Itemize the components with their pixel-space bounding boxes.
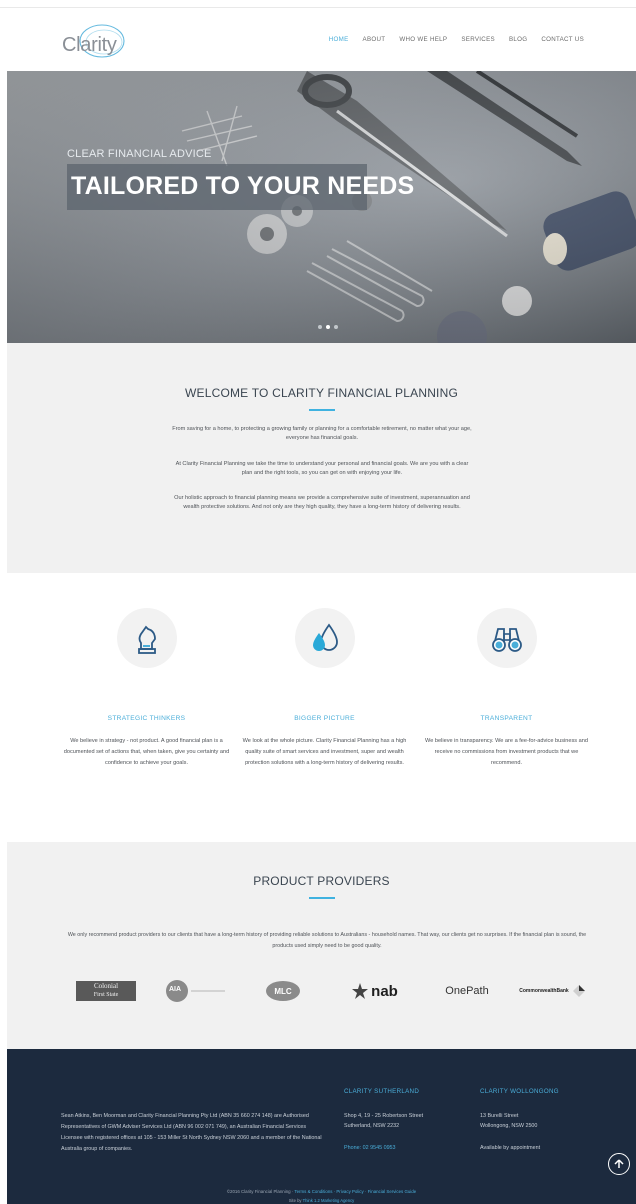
welcome-heading: WELCOME TO CLARITY FINANCIAL PLANNING	[184, 386, 458, 400]
footer-phone-link[interactable]: Phone: 02 9545 0953	[344, 1143, 423, 1153]
arrow-up-icon	[614, 1159, 624, 1168]
feature-bigger-picture: BIGGER PICTURE We look at the whole pict…	[237, 608, 412, 769]
water-drops-icon	[312, 623, 338, 651]
mlc-logo: MLC	[263, 978, 303, 1004]
logo-text: Clarity	[62, 34, 117, 56]
features-section: STRATEGIC THINKERS We believe in strateg…	[7, 573, 636, 842]
nav-blog[interactable]: BLOG	[509, 36, 527, 43]
footer-availability: Available by appointment	[480, 1145, 541, 1151]
hero-title: TAILORED TO YOUR NEEDS	[71, 172, 415, 200]
footer-sutherland-address-2: Sutherland, NSW 2232	[344, 1123, 400, 1129]
footer-about-text: Sean Atkins, Ben Moorman and Clarity Fin…	[61, 1113, 322, 1152]
welcome-paragraph-1: From saving for a home, to protecting a …	[172, 426, 472, 442]
top-strip	[0, 0, 636, 8]
providers-heading: PRODUCT PROVIDERS	[253, 874, 390, 888]
main-nav: HOME ABOUT WHO WE HELP SERVICES BLOG CON…	[329, 36, 584, 43]
heading-divider	[309, 897, 335, 899]
nab-star-icon	[352, 983, 369, 999]
feature-transparent: TRANSPARENT We believe in transparency. …	[419, 608, 594, 769]
footer-sutherland: CLARITY SUTHERLAND Shop 4, 19 - 25 Rober…	[344, 1087, 423, 1153]
footer-wollongong: CLARITY WOLLONGONG 13 Burelli Street Wol…	[480, 1087, 559, 1153]
copyright: ©2016 Clarity Financial Planning · Terms…	[226, 1189, 417, 1194]
site-footer: Sean Atkins, Ben Moorman and Clarity Fin…	[7, 1049, 636, 1204]
back-to-top-button[interactable]	[608, 1153, 630, 1175]
welcome-paragraph-2: At Clarity Financial Planning we take th…	[175, 461, 469, 477]
cba-diamond-icon	[572, 985, 585, 997]
clarity-logo[interactable]: Clarity	[58, 22, 128, 62]
footer-wollongong-address-2: Wollongong, NSW 2500	[480, 1123, 538, 1129]
heading-divider	[309, 409, 335, 411]
onepath-logo: OnePath	[445, 985, 489, 997]
binoculars-icon	[491, 628, 522, 652]
agency-link[interactable]: Think 1.2 Marketing Agency	[303, 1198, 355, 1203]
nav-who-we-help[interactable]: WHO WE HELP	[399, 36, 447, 43]
feature-strategic-thinkers: STRATEGIC THINKERS We believe in strateg…	[59, 608, 234, 769]
nav-services[interactable]: SERVICES	[461, 36, 495, 43]
footer-legal-links[interactable]: Terms & Conditions · Privacy Policy · Fi…	[294, 1189, 416, 1194]
nav-home[interactable]: HOME	[329, 36, 349, 43]
feature-title: TRANSPARENT	[480, 715, 533, 722]
nav-about[interactable]: ABOUT	[363, 36, 386, 43]
footer-wollongong-title: CLARITY WOLLONGONG	[480, 1088, 559, 1095]
nav-contact-us[interactable]: CONTACT US	[541, 36, 584, 43]
provider-logos: Colonial First State AIA MLC nab OnePath	[73, 978, 593, 1004]
slider-dot-1[interactable]	[318, 325, 322, 329]
footer-wollongong-address-1: 13 Burelli Street	[480, 1113, 519, 1119]
welcome-paragraph-3: Our holistic approach to financial plann…	[174, 495, 470, 511]
feature-icon-circle	[476, 608, 537, 668]
hero-slider: CLEAR FINANCIAL ADVICE TAILORED TO YOUR …	[7, 71, 636, 343]
feature-text: We look at the whole picture. Clarity Fi…	[242, 738, 407, 766]
feature-text: We believe in strategy - not product. A …	[63, 738, 230, 766]
site-credit: Site by Think 1.2 Marketing Agency	[288, 1198, 355, 1203]
feature-icon-circle	[116, 608, 177, 668]
footer-sutherland-title: CLARITY SUTHERLAND	[344, 1088, 420, 1095]
feature-title: STRATEGIC THINKERS	[107, 715, 186, 722]
providers-text: We only recommend product providers to o…	[67, 932, 587, 949]
site-header: Clarity HOME ABOUT WHO WE HELP SERVICES …	[0, 8, 636, 71]
slider-dot-3[interactable]	[334, 325, 338, 329]
product-providers-section: PRODUCT PROVIDERS We only recommend prod…	[7, 842, 636, 1049]
feature-title: BIGGER PICTURE	[294, 715, 355, 722]
feature-icon-circle	[294, 608, 355, 668]
hero-subtitle: CLEAR FINANCIAL ADVICE	[67, 148, 212, 160]
slider-dot-2[interactable]	[326, 325, 330, 329]
footer-sutherland-address-1: Shop 4, 19 - 25 Robertson Street	[344, 1113, 424, 1119]
feature-text: We believe in transparency. We are a fee…	[425, 738, 588, 766]
slider-dots	[318, 325, 338, 329]
chess-knight-icon	[137, 625, 156, 654]
nab-logo: nab	[345, 978, 405, 1004]
aia-logo: AIA	[165, 978, 235, 1004]
welcome-section: WELCOME TO CLARITY FINANCIAL PLANNING Fr…	[7, 343, 636, 573]
colonial-first-state-logo: Colonial First State	[73, 978, 139, 1004]
commonwealth-bank-logo: CommonwealthBank	[507, 978, 597, 1004]
